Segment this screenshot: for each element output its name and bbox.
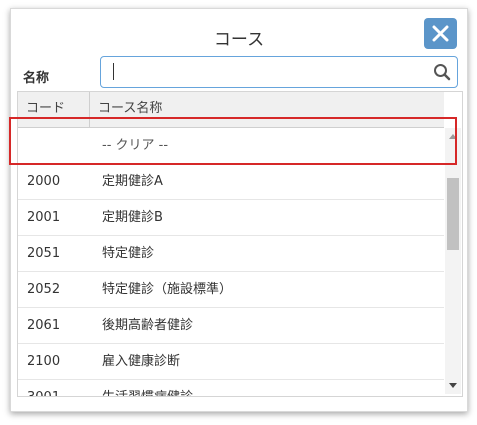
table-row[interactable]: 2061 後期高齢者健診 <box>18 308 444 344</box>
row-code: 2001 <box>27 210 61 225</box>
close-button[interactable] <box>424 18 457 49</box>
table-row[interactable]: 2001 定期健診B <box>18 200 444 236</box>
scroll-up-arrow-icon[interactable] <box>449 134 457 139</box>
row-name: -- クリア -- <box>102 138 169 153</box>
table-row[interactable]: 2052 特定健診（施設標準） <box>18 272 444 308</box>
vertical-scrollbar[interactable] <box>445 128 461 394</box>
row-code: 3001 <box>27 380 60 396</box>
course-dialog: コース 名称 コード コース名称 -- クリア -- 2000 定期健診A 20… <box>10 8 468 412</box>
row-name: 特定健診 <box>102 246 155 261</box>
row-name: 後期高齢者健診 <box>102 318 194 333</box>
scroll-down-arrow-icon[interactable] <box>449 383 457 388</box>
row-name: 雇入健康診断 <box>102 354 181 369</box>
dialog-title: コース <box>213 30 265 50</box>
row-name: 生活習慣病健診 <box>102 380 193 396</box>
row-name: 特定健診（施設標準） <box>102 282 233 297</box>
column-header-name[interactable]: コース名称 <box>90 92 444 127</box>
column-header-code[interactable]: コード <box>18 92 90 127</box>
row-name: 定期健診A <box>102 174 163 189</box>
table-row[interactable]: 2000 定期健診A <box>18 164 444 200</box>
search-input[interactable] <box>109 61 423 83</box>
close-icon <box>432 25 449 42</box>
grid-rows: -- クリア -- 2000 定期健診A 2001 定期健診B 2051 特定健… <box>18 128 444 396</box>
table-row[interactable]: 2100 雇入健康診断 <box>18 344 444 380</box>
clear-row[interactable]: -- クリア -- <box>18 128 444 164</box>
row-name: 定期健診B <box>102 210 163 225</box>
grid-header: コード コース名称 <box>18 92 444 128</box>
course-grid: コード コース名称 -- クリア -- 2000 定期健診A 2001 定期健診… <box>17 91 463 397</box>
row-code: 2061 <box>27 318 61 333</box>
search-field[interactable] <box>100 56 458 88</box>
text-cursor <box>113 63 114 80</box>
table-row[interactable]: 2051 特定健診 <box>18 236 444 272</box>
search-icon[interactable] <box>433 63 451 81</box>
row-code: 2051 <box>27 246 61 261</box>
table-row[interactable]: 3001 生活習慣病健診 <box>18 380 444 396</box>
row-code: 2000 <box>27 174 61 189</box>
scrollbar-thumb[interactable] <box>447 178 459 250</box>
row-code: 2052 <box>27 282 61 297</box>
search-label: 名称 <box>23 71 50 86</box>
row-code: 2100 <box>27 354 61 369</box>
